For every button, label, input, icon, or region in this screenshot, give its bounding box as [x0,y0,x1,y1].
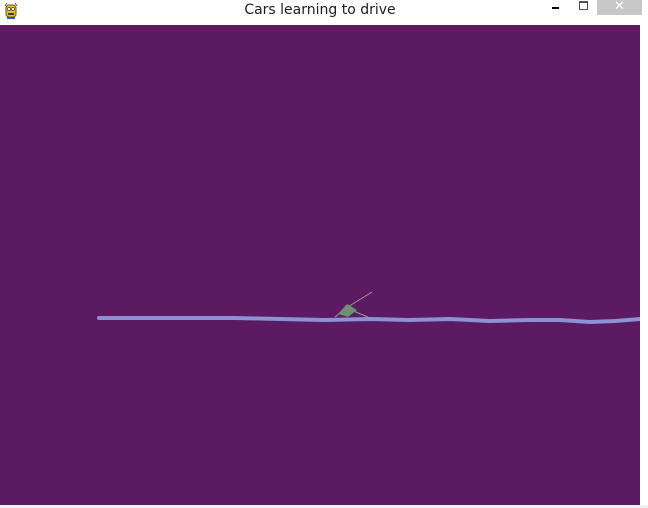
window-frame-right [640,25,648,508]
game-scene [0,25,640,505]
close-icon: ✕ [614,0,625,14]
game-background [0,25,640,505]
close-button[interactable]: ✕ [597,0,642,15]
maximize-icon [579,1,588,10]
maximize-button[interactable] [570,0,596,15]
minimize-icon [552,7,559,9]
minimize-button[interactable] [542,0,568,15]
title-bar[interactable]: Cars learning to drive ✕ [0,0,648,24]
app-window: Cars learning to drive ✕ [0,0,648,508]
game-canvas[interactable] [0,25,640,505]
